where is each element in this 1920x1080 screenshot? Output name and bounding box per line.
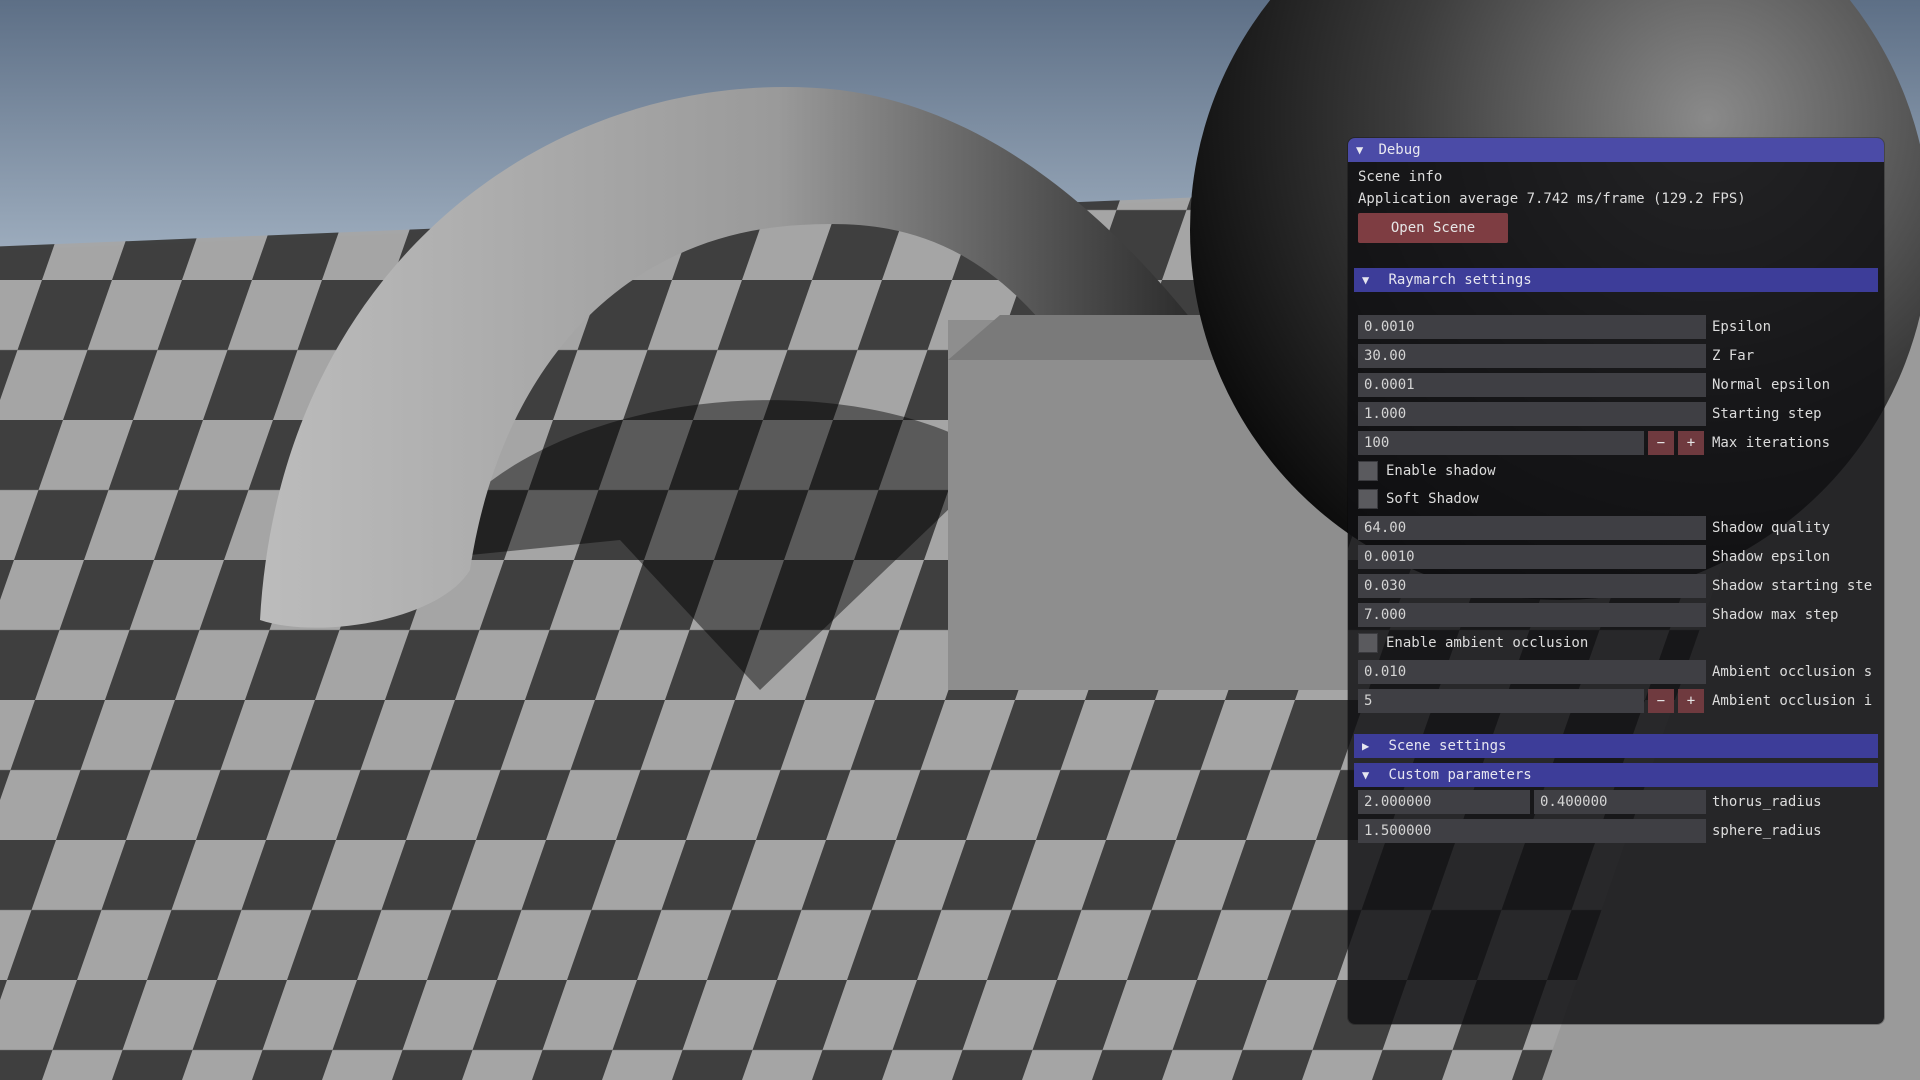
- ambient-occlusion-s-label: Ambient occlusion s: [1712, 664, 1873, 680]
- enable-ambient-occlusion-checkbox[interactable]: [1358, 633, 1378, 653]
- ambient-occlusion-s-input[interactable]: 0.010: [1358, 660, 1706, 684]
- thorus-radius-label: thorus_radius: [1712, 794, 1822, 810]
- shadow-quality-input[interactable]: 64.00: [1358, 516, 1706, 540]
- max-iterations-input[interactable]: 100: [1358, 431, 1644, 455]
- debug-title: Debug: [1378, 142, 1421, 158]
- collapsed-arrow-icon: ▶: [1362, 739, 1370, 753]
- raymarch-settings-header[interactable]: ▼ Raymarch settings: [1354, 268, 1878, 292]
- soft-shadow-label: Soft Shadow: [1386, 491, 1479, 507]
- z-far-label: Z Far: [1712, 348, 1755, 364]
- scene-settings-header[interactable]: ▶ Scene settings: [1354, 734, 1878, 758]
- thorus-radius-a-input[interactable]: 2.000000: [1358, 790, 1530, 814]
- shadow-starting-step-input[interactable]: 0.030: [1358, 574, 1706, 598]
- sphere-radius-input[interactable]: 1.500000: [1358, 819, 1706, 843]
- debug-window[interactable]: ▼ Debug Scene info Application average 7…: [1348, 138, 1884, 1024]
- shadow-starting-step-label: Shadow starting ste: [1712, 578, 1873, 594]
- fps-text: Application average 7.742 ms/frame (129.…: [1358, 191, 1746, 207]
- z-far-input[interactable]: 30.00: [1358, 344, 1706, 368]
- starting-step-label: Starting step: [1712, 406, 1822, 422]
- enable-ambient-occlusion-label: Enable ambient occlusion: [1386, 635, 1589, 651]
- shadow-quality-label: Shadow quality: [1712, 520, 1831, 536]
- max-iterations-plus-button[interactable]: +: [1678, 431, 1704, 455]
- enable-shadow-checkbox[interactable]: [1358, 461, 1378, 481]
- normal-epsilon-input[interactable]: 0.0001: [1358, 373, 1706, 397]
- thorus-radius-b-input[interactable]: 0.400000: [1534, 790, 1706, 814]
- scene-info-text: Scene info: [1358, 169, 1443, 185]
- soft-shadow-checkbox[interactable]: [1358, 489, 1378, 509]
- sphere-radius-label: sphere_radius: [1712, 823, 1822, 839]
- shadow-epsilon-input[interactable]: 0.0010: [1358, 545, 1706, 569]
- debug-title-bar[interactable]: ▼ Debug: [1348, 138, 1884, 162]
- ambient-occlusion-i-label: Ambient occlusion i: [1712, 693, 1873, 709]
- shadow-max-step-label: Shadow max step: [1712, 607, 1839, 623]
- expanded-arrow-icon: ▼: [1362, 768, 1370, 782]
- custom-parameters-header[interactable]: ▼ Custom parameters: [1354, 763, 1878, 787]
- expanded-arrow-icon: ▼: [1362, 273, 1370, 287]
- ambient-occlusion-i-input[interactable]: 5: [1358, 689, 1644, 713]
- shadow-epsilon-label: Shadow epsilon: [1712, 549, 1831, 565]
- starting-step-input[interactable]: 1.000: [1358, 402, 1706, 426]
- epsilon-label: Epsilon: [1712, 319, 1772, 335]
- open-scene-button[interactable]: Open Scene: [1358, 213, 1508, 243]
- epsilon-input[interactable]: 0.0010: [1358, 315, 1706, 339]
- ambient-occlusion-i-minus-button[interactable]: −: [1648, 689, 1674, 713]
- max-iterations-label: Max iterations: [1712, 435, 1831, 451]
- enable-shadow-label: Enable shadow: [1386, 463, 1496, 479]
- normal-epsilon-label: Normal epsilon: [1712, 377, 1831, 393]
- max-iterations-minus-button[interactable]: −: [1648, 431, 1674, 455]
- ambient-occlusion-i-plus-button[interactable]: +: [1678, 689, 1704, 713]
- shadow-max-step-input[interactable]: 7.000: [1358, 603, 1706, 627]
- collapse-arrow-icon[interactable]: ▼: [1356, 138, 1370, 162]
